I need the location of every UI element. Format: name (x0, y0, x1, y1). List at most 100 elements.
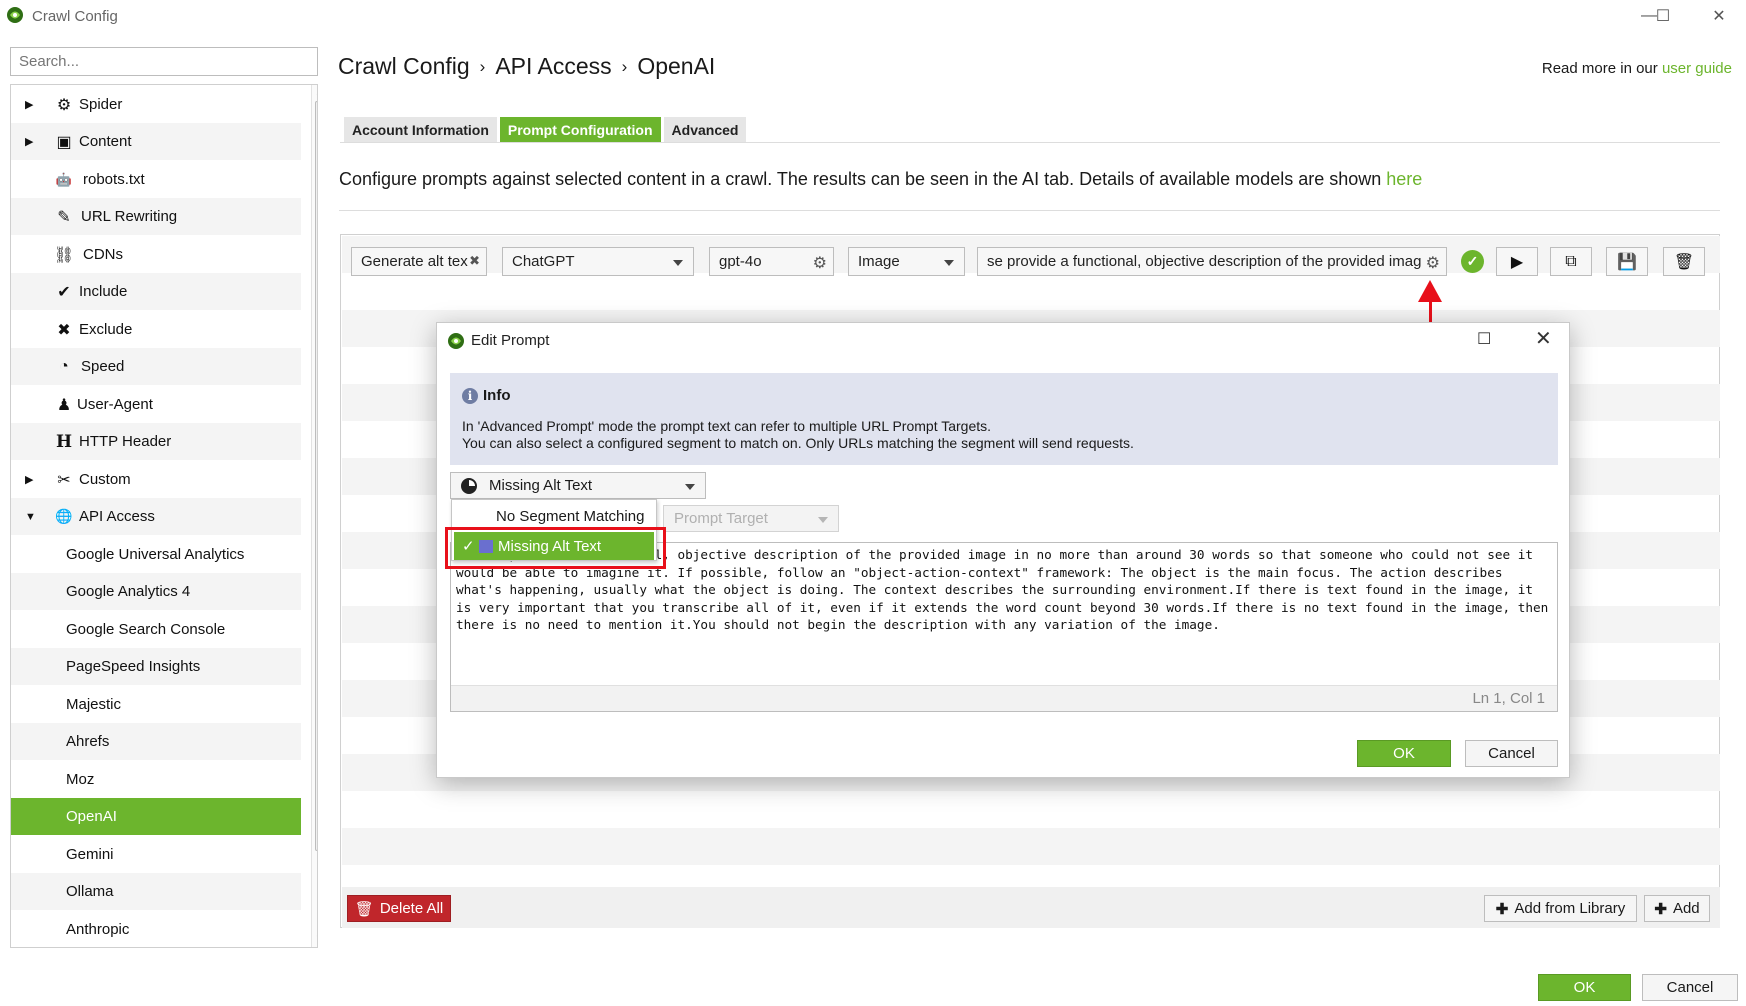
sidebar-item-anthropic[interactable]: Anthropic (11, 911, 301, 947)
check-circle-icon: ✔ (57, 283, 71, 301)
divider (339, 210, 1720, 211)
sidebar-item-label: Moz (66, 771, 95, 788)
sidebar-item-label: OpenAI (66, 808, 117, 825)
edit-icon: ✎ (57, 208, 71, 226)
sidebar-item-pagespeed-insights[interactable]: PageSpeed Insights (11, 648, 301, 685)
cross-circle-icon: ✖ (57, 321, 71, 339)
sidebar-item-label: Content (79, 133, 132, 150)
sidebar-item-moz[interactable]: Moz (11, 761, 301, 798)
plus-icon: ✚ (1495, 900, 1509, 918)
sidebar-item-spider[interactable]: ▶ ⚙ Spider (11, 86, 301, 123)
empty-row (342, 828, 1720, 865)
scroll-down-icon[interactable]: ▼ (315, 933, 317, 943)
prompt-target-select[interactable]: Prompt Target (663, 505, 839, 532)
collapse-arrow-icon[interactable]: ▼ (25, 511, 37, 523)
sidebar-item-api-access[interactable]: ▼ 🌐 API Access (11, 498, 301, 535)
dialog-cancel-button[interactable]: Cancel (1465, 740, 1558, 767)
breadcrumb-item: Crawl Config (338, 53, 470, 79)
provider-select[interactable]: ChatGPT (502, 247, 694, 276)
model-field[interactable]: gpt-4o ⚙ (709, 247, 834, 276)
robot-icon: 🤖 (55, 171, 73, 187)
sidebar-item-speed[interactable]: ◔ Speed (11, 348, 301, 385)
editor-status-bar: Ln 1, Col 1 (451, 685, 1557, 711)
dialog-close-button[interactable]: ✕ (1535, 326, 1552, 351)
cancel-button[interactable]: Cancel (1642, 974, 1738, 1001)
sidebar-item-google-analytics-4[interactable]: Google Analytics 4 (11, 573, 301, 610)
sidebar-item-ahrefs[interactable]: Ahrefs (11, 723, 301, 760)
sidebar-item-robots[interactable]: 🤖 robots.txt (11, 161, 301, 198)
expand-arrow-icon[interactable]: ▶ (25, 98, 37, 111)
sidebar-item-google-universal-analytics[interactable]: Google Universal Analytics (11, 536, 301, 573)
add-from-library-button[interactable]: ✚ Add from Library (1484, 895, 1637, 922)
dialog-ok-button[interactable]: OK (1357, 740, 1451, 767)
sidebar-item-google-search-console[interactable]: Google Search Console (11, 611, 301, 648)
content-type-select[interactable]: Image (848, 247, 965, 276)
sidebar-item-url-rewriting[interactable]: ✎ URL Rewriting (11, 198, 301, 235)
ok-button[interactable]: OK (1538, 974, 1631, 1001)
tab-advanced[interactable]: Advanced (663, 117, 747, 142)
prompt-name-field[interactable]: Generate alt tex ✖ (351, 247, 487, 276)
expand-arrow-icon[interactable]: ▶ (25, 135, 37, 148)
sidebar-item-openai[interactable]: OpenAI (11, 798, 301, 835)
sidebar-item-label: Spider (79, 96, 123, 113)
sidebar-item-cdns[interactable]: ⛓ CDNs (11, 236, 301, 273)
sidebar-item-gemini[interactable]: Gemini (11, 836, 301, 873)
sidebar-item-custom[interactable]: ▶ ✂ Custom (11, 461, 301, 498)
maximize-button[interactable]: ☐ (1648, 4, 1678, 28)
tab-account-information[interactable]: Account Information (344, 117, 497, 142)
sidebar-item-include[interactable]: ✔ Include (11, 273, 301, 310)
sidebar-item-label: Gemini (66, 846, 114, 863)
sidebar-item-label: Anthropic (66, 921, 130, 938)
tab-prompt-configuration[interactable]: Prompt Configuration (499, 117, 661, 142)
delete-all-button[interactable]: 🗑 Delete All (347, 895, 451, 922)
sidebar-item-label: HTTP Header (79, 433, 172, 450)
model-value: gpt-4o (719, 253, 762, 270)
chevron-down-icon (673, 260, 683, 266)
scrollbar-thumb[interactable] (315, 101, 317, 851)
sidebar-item-exclude[interactable]: ✖ Exclude (11, 311, 301, 348)
play-icon: ▶ (1510, 253, 1524, 271)
sidebar-item-majestic[interactable]: Majestic (11, 686, 301, 723)
gear-icon[interactable]: ⚙ (813, 253, 827, 273)
sidebar-scrollbar[interactable]: ▲ ▼ (311, 85, 317, 947)
run-button[interactable]: ▶ (1496, 247, 1538, 276)
expand-arrow-icon[interactable]: ▶ (25, 473, 37, 486)
breadcrumb-separator-icon: › (621, 57, 628, 76)
prompt-target-placeholder: Prompt Target (674, 510, 768, 527)
segment-select[interactable]: Missing Alt Text (450, 472, 706, 499)
add-button[interactable]: ✚ Add (1644, 895, 1710, 922)
info-text-line: In 'Advanced Prompt' mode the prompt tex… (462, 418, 992, 434)
info-box: i Info In 'Advanced Prompt' mode the pro… (450, 373, 1558, 465)
sidebar-item-http-header[interactable]: H HTTP Header (11, 423, 301, 460)
models-link[interactable]: here (1386, 169, 1422, 189)
close-window-button[interactable]: ✕ (1704, 4, 1734, 28)
duplicate-button[interactable]: ⧉ (1550, 247, 1592, 276)
breadcrumb-item: API Access (495, 53, 612, 79)
info-heading-text: Info (483, 387, 511, 404)
delete-button[interactable]: 🗑 (1663, 247, 1705, 276)
plus-icon: ✚ (1654, 900, 1667, 918)
breadcrumb-item: OpenAI (637, 53, 716, 79)
prompt-preview-field[interactable]: se provide a functional, objective descr… (977, 247, 1447, 276)
user-guide-link[interactable]: user guide (1662, 60, 1732, 77)
sidebar-item-label: API Access (79, 508, 155, 525)
search-input[interactable] (10, 47, 318, 76)
segment-option-no-segment[interactable]: No Segment Matching (452, 502, 656, 530)
sidebar-item-label: Speed (81, 358, 125, 375)
window-title: Crawl Config (32, 8, 118, 25)
dialog-maximize-button[interactable]: ☐ (1477, 329, 1491, 349)
layout-icon: ▣ (56, 133, 72, 151)
sidebar-item-user-agent[interactable]: ♟ User-Agent (11, 386, 301, 423)
chevron-down-icon (685, 484, 695, 490)
config-tree: ▶ ⚙ Spider ▶ ▣ Content 🤖 robots.txt ✎ UR… (10, 84, 318, 948)
breadcrumb-separator-icon: › (479, 57, 486, 76)
clear-icon[interactable]: ✖ (469, 253, 480, 269)
save-button[interactable]: 💾 (1606, 247, 1648, 276)
gear-icon[interactable]: ⚙ (1426, 253, 1440, 273)
chevron-down-icon (818, 517, 828, 523)
sidebar-item-content[interactable]: ▶ ▣ Content (11, 123, 301, 160)
sidebar-item-ollama[interactable]: Ollama (11, 873, 301, 910)
sidebar-item-label: Google Search Console (66, 621, 226, 638)
scroll-up-icon[interactable]: ▲ (315, 87, 317, 97)
info-text-line: You can also select a configured segment… (462, 435, 1134, 451)
